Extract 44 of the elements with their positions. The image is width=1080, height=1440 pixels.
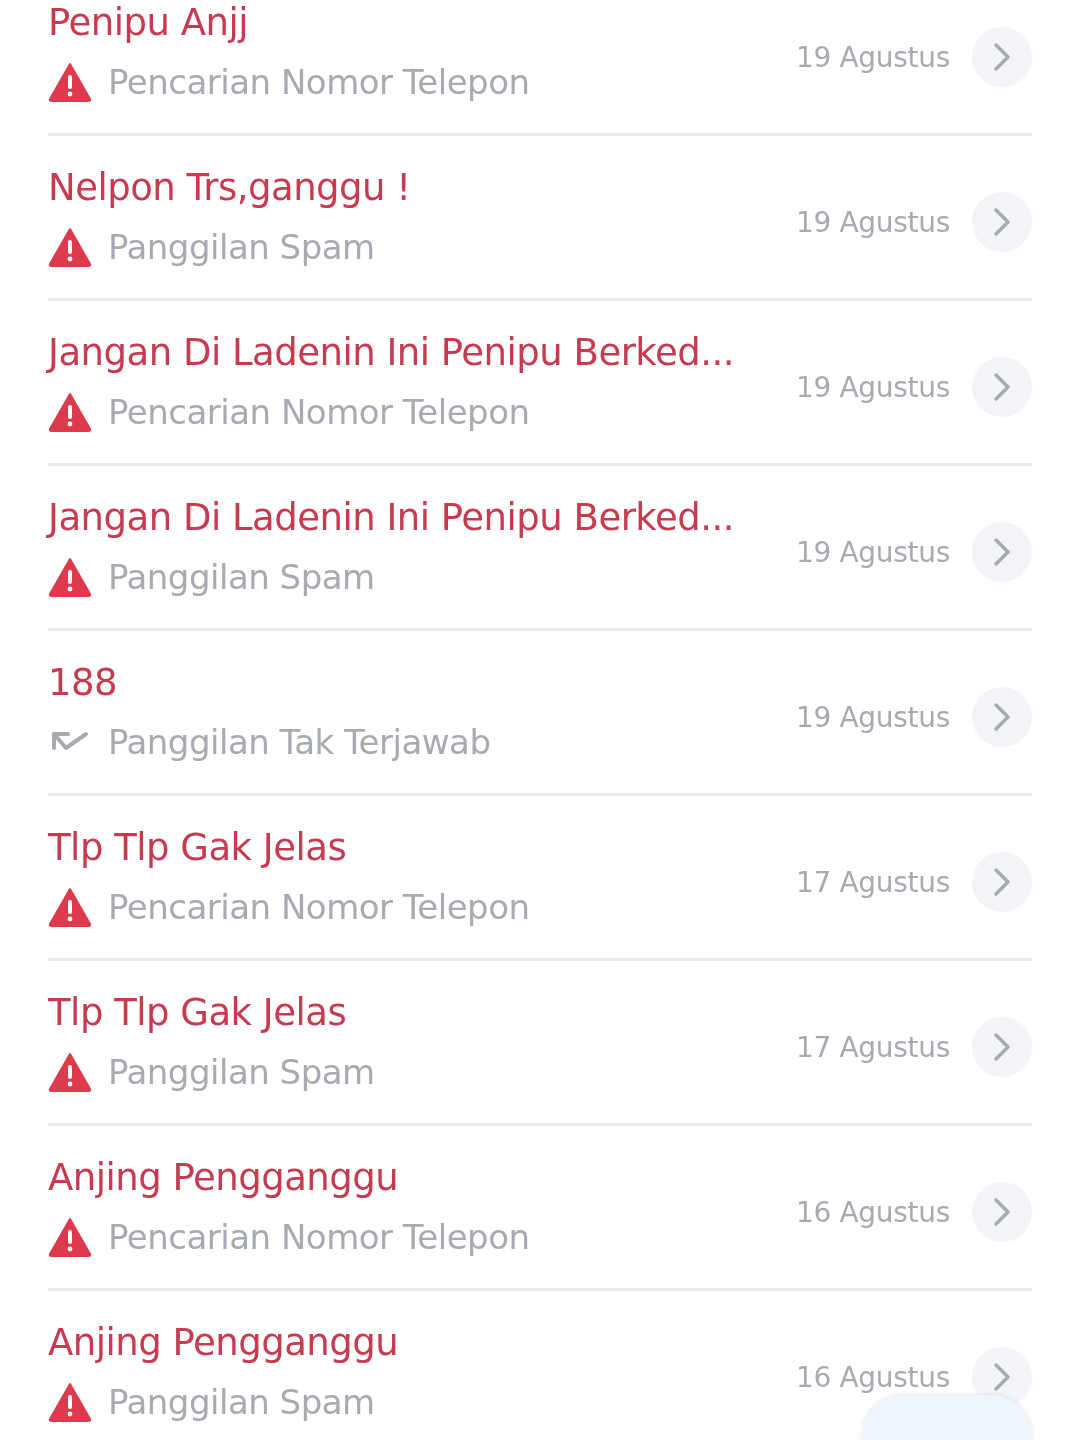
- chevron-icon: [993, 1032, 1011, 1062]
- call-date: 19 Agustus: [795, 40, 950, 74]
- call-type: Panggilan Spam: [108, 1381, 375, 1424]
- contact-name: 188: [48, 660, 119, 706]
- call-date: 19 Agustus: [795, 205, 950, 239]
- call-type: Pencarian Nomor Telepon: [108, 391, 530, 434]
- warning-icon: [48, 227, 92, 267]
- call-type: Panggilan Tak Terjawab: [108, 721, 491, 764]
- call-date: 19 Agustus: [795, 535, 950, 569]
- chevron-icon: [993, 372, 1011, 402]
- call-date: 16 Agustus: [795, 1360, 950, 1394]
- chevron-icon: [993, 1197, 1011, 1227]
- call-date: 17 Agustus: [795, 865, 950, 899]
- chevron-icon: [993, 207, 1011, 237]
- warning-icon: [48, 557, 92, 597]
- contact-name: Anjing Pengganggu: [48, 1320, 399, 1366]
- call-type: Pencarian Nomor Telepon: [108, 1216, 530, 1259]
- contact-name: Jangan Di Ladenin Ini Penipu Berked...: [48, 495, 734, 541]
- contact-name: Penipu Anjj: [48, 0, 249, 46]
- chevron-icon: [993, 537, 1011, 567]
- chevron-icon: [993, 702, 1011, 732]
- chevron-icon: [993, 1362, 1011, 1392]
- warning-icon: [48, 1052, 92, 1092]
- contact-name: Tlp Tlp Gak Jelas: [48, 825, 348, 871]
- call-date: 17 Agustus: [795, 1030, 950, 1064]
- chevron-icon: [993, 867, 1011, 897]
- contact-name: Nelpon Trs,ganggu !: [48, 165, 411, 211]
- warning-icon: [48, 62, 92, 102]
- warning-icon: [48, 887, 92, 927]
- contact-name: Jangan Di Ladenin Ini Penipu Berked...: [48, 330, 734, 376]
- call-type: Pencarian Nomor Telepon: [108, 61, 530, 104]
- call-date: 16 Agustus: [795, 1195, 950, 1229]
- warning-icon: [48, 392, 92, 432]
- call-type: Panggilan Spam: [108, 556, 375, 599]
- call-type: Panggilan Spam: [108, 1051, 375, 1094]
- warning-icon: [48, 1217, 92, 1257]
- contact-name: Anjing Pengganggu: [48, 1155, 400, 1201]
- chevron-icon: [993, 42, 1011, 72]
- call-type: Panggilan Spam: [108, 226, 375, 269]
- call-date: 19 Agustus: [795, 370, 950, 404]
- warning-icon: [48, 1382, 92, 1422]
- call-date: 19 Agustus: [795, 700, 950, 734]
- call-type: Pencarian Nomor Telepon: [108, 886, 530, 929]
- contact-name: Tlp Tlp Gak Jelas: [48, 990, 348, 1036]
